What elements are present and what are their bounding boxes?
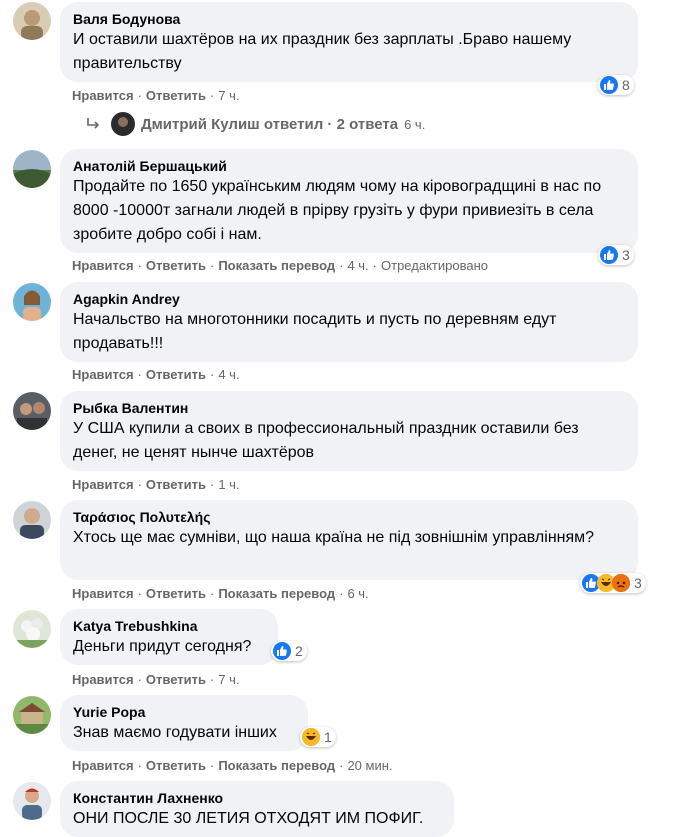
reaction-count: 3 [634, 575, 642, 591]
comment-time[interactable]: 20 мин. [347, 758, 392, 773]
avatar[interactable] [13, 392, 51, 430]
avatar[interactable] [13, 150, 51, 188]
avatar-photo-icon [13, 283, 51, 321]
avatar-photo-icon [13, 150, 51, 188]
reaction-summary[interactable]: 2 [271, 641, 307, 661]
reply-button[interactable]: Ответить [146, 586, 206, 601]
avatar[interactable] [13, 782, 51, 820]
avatar-photo-icon [13, 610, 51, 648]
comment-bubble: Валя Бодунова И оставили шахтёров на их … [60, 2, 638, 82]
comment-text: Знав маємо годувати інших [73, 724, 277, 741]
comment-bubble: Yurie Popa Знав маємо годувати інших [60, 695, 308, 751]
like-button[interactable]: Нравится [72, 367, 134, 382]
avatar[interactable] [13, 2, 51, 40]
reaction-count: 8 [622, 77, 630, 93]
edited-label: Отредактировано [381, 258, 488, 273]
like-reaction-icon [273, 642, 291, 660]
avatar-photo-icon [13, 501, 51, 539]
reaction-summary[interactable]: 1 [300, 727, 336, 747]
reaction-count: 3 [622, 247, 630, 263]
comment-text: Хтось ще має сумніви, що наша країна не … [73, 529, 595, 546]
view-replies-link[interactable]: Дмитрий Кулиш ответил · 2 ответа 6 ч. [85, 110, 425, 138]
reply-arrow-icon [87, 118, 100, 129]
translate-button[interactable]: Показать перевод [218, 258, 335, 273]
avatar[interactable] [13, 283, 51, 321]
comment-time[interactable]: 4 ч. [218, 367, 239, 382]
comment-bubble: Анатолій Бершацький Продайте по 1650 укр… [60, 149, 638, 253]
avatar[interactable] [13, 610, 51, 648]
reaction-count: 2 [295, 643, 303, 659]
avatar[interactable] [13, 501, 51, 539]
comment-bubble: Рыбка Валентин У США купили а своих в пр… [60, 391, 638, 471]
like-reaction-icon [600, 76, 618, 94]
like-button[interactable]: Нравится [72, 88, 134, 103]
avatar-photo-icon [13, 782, 51, 820]
reply-button[interactable]: Ответить [146, 758, 206, 773]
comment-actions: Нравится · Ответить · 7 ч. [72, 672, 240, 687]
comment-time[interactable]: 4 ч. [347, 258, 368, 273]
comment-actions: Нравится · Ответить · Показать перевод · 4 ч. ·… [72, 258, 488, 273]
comment-bubble: Константин Лахненко ОНИ ПОСЛЕ 30 ЛЕТИЯ О… [60, 781, 454, 837]
avatar-photo-icon [13, 696, 51, 734]
avatar[interactable] [13, 696, 51, 734]
comment-text: ОНИ ПОСЛЕ 30 ЛЕТИЯ ОТХОДЯТ ИМ ПОФИГ. [73, 810, 424, 827]
comment-time[interactable]: 6 ч. [347, 586, 368, 601]
like-button[interactable]: Нравится [72, 758, 134, 773]
comment-actions: Нравится · Ответить · 1 ч. [72, 477, 240, 492]
comment-actions: Нравится · Ответить · Показать перевод · 20 ми… [72, 758, 393, 773]
reply-button[interactable]: Ответить [146, 672, 206, 687]
comment-bubble: Ταράσιος Πολυτελής Хтось ще має сумніви,… [60, 500, 638, 580]
like-button[interactable]: Нравится [72, 258, 134, 273]
translate-button[interactable]: Показать перевод [218, 586, 335, 601]
comment-actions: Нравится · Ответить · Показать перевод · 6 ч. [72, 586, 369, 601]
comment-actions: Нравится · Ответить · 7 ч. [72, 88, 240, 103]
reply-button[interactable]: Ответить [146, 477, 206, 492]
comment-text: Деньги придут сегодня? [73, 638, 252, 655]
comment-text: И оставили шахтёров на их праздник без з… [73, 31, 576, 72]
comment-author[interactable]: Валя Бодунова [73, 10, 625, 28]
like-reaction-icon [600, 246, 618, 264]
comment-actions: Нравится · Ответить · 4 ч. [72, 367, 240, 382]
reaction-count: 1 [324, 729, 332, 745]
reaction-summary[interactable]: 3 [580, 573, 646, 593]
reaction-summary[interactable]: 8 [598, 75, 634, 95]
translate-button[interactable]: Показать перевод [218, 758, 335, 773]
avatar-photo-icon [13, 392, 51, 430]
comment-text: Начальство на многотонники посадить и пу… [73, 311, 561, 352]
like-button[interactable]: Нравится [72, 586, 134, 601]
reply-author-avatar [111, 112, 135, 136]
like-button[interactable]: Нравится [72, 477, 134, 492]
like-button[interactable]: Нравится [72, 672, 134, 687]
comment-time[interactable]: 1 ч. [218, 477, 239, 492]
replies-summary[interactable]: Дмитрий Кулиш ответил · 2 ответа [141, 116, 398, 133]
comment-text: У США купили а своих в профессиональный … [73, 420, 584, 461]
comment-author[interactable]: Константин Лахненко [73, 789, 441, 807]
reply-button[interactable]: Ответить [146, 88, 206, 103]
avatar-photo-icon [13, 2, 51, 40]
reaction-summary[interactable]: 3 [598, 245, 634, 265]
comment-author[interactable]: Рыбка Валентин [73, 399, 625, 417]
reply-button[interactable]: Ответить [146, 367, 206, 382]
comment-author[interactable]: Agapkin Andrey [73, 290, 625, 308]
comment-text: Продайте по 1650 українським людям чому … [73, 178, 606, 243]
comment-bubble: Katya Trebushkina Деньги придут сегодня? [60, 609, 278, 665]
replies-time: 6 ч. [404, 116, 426, 132]
haha-reaction-icon [302, 728, 320, 746]
comment-author[interactable]: Katya Trebushkina [73, 617, 265, 635]
comment-author[interactable]: Yurie Popa [73, 703, 295, 721]
comment-bubble: Agapkin Andrey Начальство на многотонник… [60, 282, 638, 362]
comment-time[interactable]: 7 ч. [218, 672, 239, 687]
angry-reaction-icon [612, 574, 630, 592]
comment-author[interactable]: Ταράσιος Πολυτελής [73, 508, 625, 526]
comment-time[interactable]: 7 ч. [218, 88, 239, 103]
reply-button[interactable]: Ответить [146, 258, 206, 273]
comment-author[interactable]: Анатолій Бершацький [73, 157, 625, 175]
